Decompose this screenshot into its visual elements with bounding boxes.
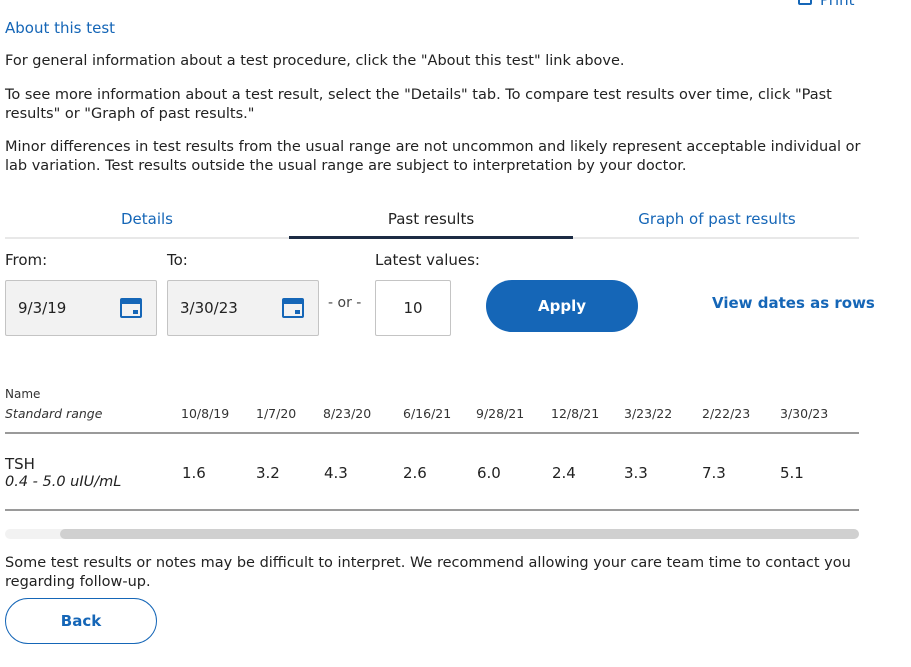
tab-graph-of-past-results[interactable]: Graph of past results [575,203,859,239]
from-date-field[interactable]: 9/3/19 [5,280,157,336]
footer-note: Some test results or notes may be diffic… [5,555,851,590]
latest-values-label: Latest values: [375,251,480,269]
print-label: Print [820,0,855,9]
calendar-icon[interactable] [282,298,304,318]
result-value: 6.0 [477,464,501,482]
from-label: From: [5,251,48,269]
or-separator: - or - [328,295,362,311]
back-button[interactable]: Back [5,598,157,644]
to-label: To: [167,251,188,269]
result-value: 4.3 [324,464,348,482]
result-value: 2.4 [552,464,576,482]
printer-icon [798,0,812,5]
date-header: 3/30/23 [780,406,829,421]
result-value: 7.3 [702,464,726,482]
date-header: 10/8/19 [181,406,230,421]
latest-values-input[interactable]: 10 [375,280,451,336]
date-header: 3/23/22 [624,406,673,421]
result-value: 3.2 [256,464,280,482]
view-dates-as-rows-link[interactable]: View dates as rows [712,294,875,312]
to-date-field[interactable]: 3/30/23 [167,280,319,336]
test-name: TSH [5,455,35,473]
print-link[interactable]: Print [798,0,855,9]
result-value: 3.3 [624,464,648,482]
date-header: 1/7/20 [256,406,297,421]
date-header: 9/28/21 [476,406,525,421]
date-header: 8/23/20 [323,406,372,421]
standard-range-header: Standard range [5,406,103,421]
to-date-value: 3/30/23 [180,299,238,317]
result-tabs: Details Past results Graph of past resul… [5,203,859,239]
scrollbar-thumb[interactable] [60,529,859,539]
from-date-value: 9/3/19 [18,299,67,317]
intro-paragraph-3: Minor differences in test results from t… [5,139,861,174]
intro-paragraph-1: For general information about a test pro… [5,53,625,69]
calendar-icon[interactable] [120,298,142,318]
date-header: 12/8/21 [551,406,600,421]
result-value: 1.6 [182,464,206,482]
header-divider [5,432,859,434]
date-header: 2/22/23 [702,406,751,421]
intro-paragraph-2: To see more information about a test res… [5,87,832,122]
tab-details[interactable]: Details [5,203,289,239]
date-header: 6/16/21 [403,406,452,421]
apply-button[interactable]: Apply [486,280,638,332]
tab-past-results[interactable]: Past results [289,203,573,239]
result-value: 5.1 [780,464,804,482]
name-header: Name [5,387,41,401]
result-value: 2.6 [403,464,427,482]
row-divider [5,509,859,511]
test-standard-range: 0.4 - 5.0 uIU/mL [5,474,122,490]
about-this-test-link[interactable]: About this test [5,19,115,37]
